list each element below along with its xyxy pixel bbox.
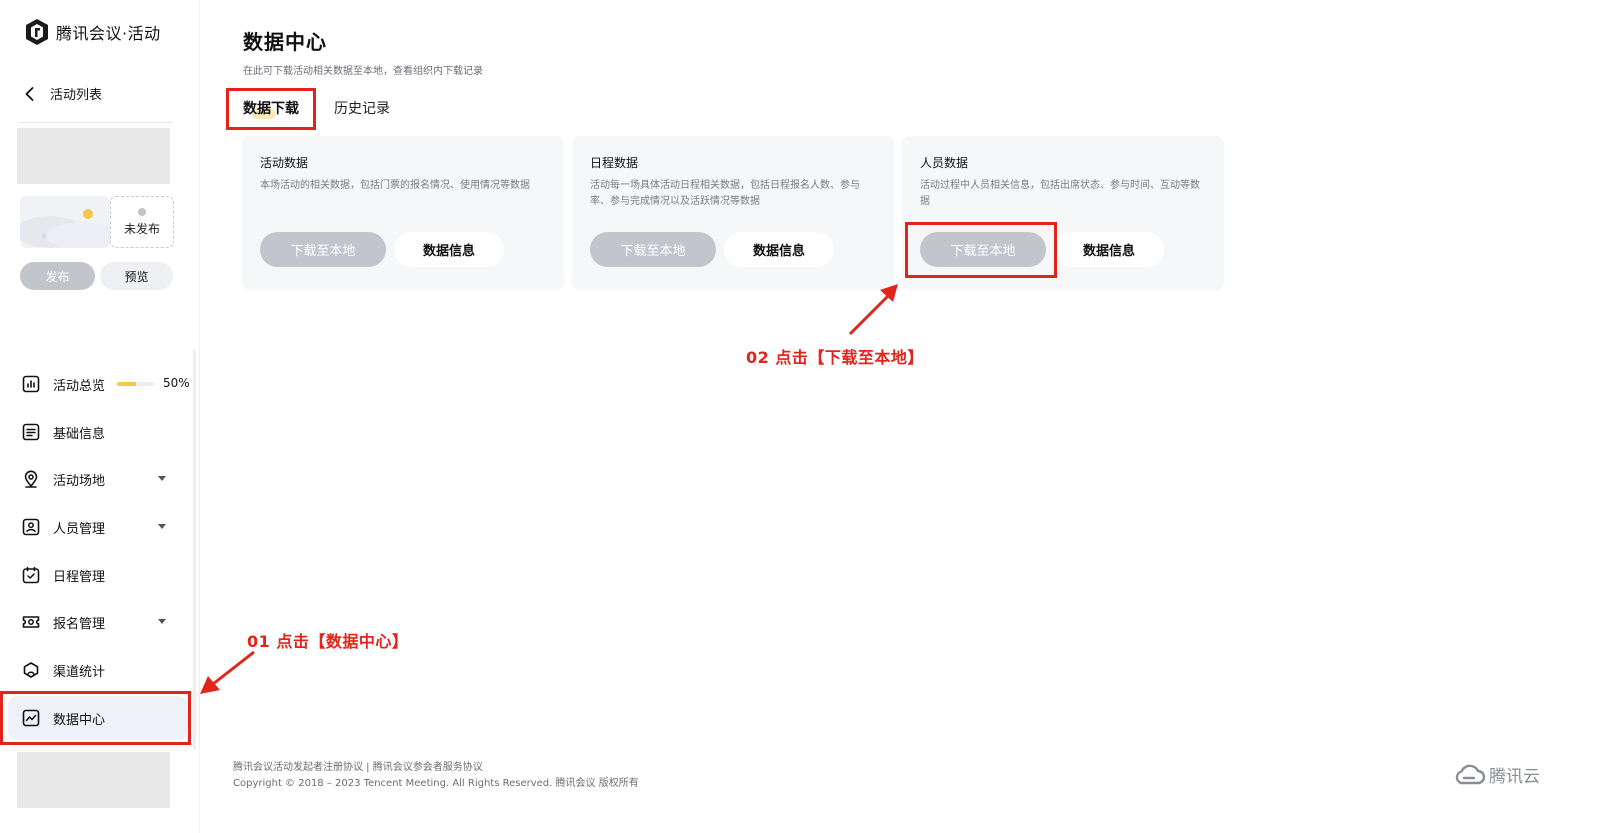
step-1-note: 01 点击【数据中心】 [247,632,409,651]
arrow-to-download-icon [848,284,898,336]
chevron-left-icon [25,86,34,101]
step-2-note: 02 点击【下载至本地】 [746,348,924,367]
data-center-highlight-box [0,691,191,745]
activity-thumbnail[interactable] [20,196,110,248]
schedule-data-card: 日程数据 活动每一场具体活动日程相关数据，包括日程报名人数、参与率、参与完成情况… [572,136,894,290]
card-title: 活动数据 [260,156,309,170]
chevron-down-icon [158,476,166,481]
card-title: 日程数据 [590,156,639,170]
status-text: 未发布 [123,222,160,236]
sidebar-scrollbar[interactable] [193,350,196,750]
sidebar-item-label: 活动场地 [53,473,106,489]
sidebar-item-label: 报名管理 [53,616,106,632]
status-dot-icon [138,208,146,216]
location-pin-icon [24,470,38,488]
data-info-button[interactable]: 数据信息 [394,232,504,267]
sidebar-item-venue[interactable]: 活动场地 [8,457,188,501]
card-description: 本场活动的相关数据，包括门票的报名情况、使用情况等数据 [260,180,530,191]
activity-preview-row: 未发布 [20,196,174,248]
contact-card-icon [22,518,40,536]
page-subtitle: 在此可下载活动相关数据至本地，查看组织内下载记录 [243,66,483,77]
preview-button[interactable]: 预览 [100,262,173,290]
back-to-activity-list[interactable]: 活动列表 [22,84,102,103]
overview-progress-text: 50% [163,376,190,390]
list-icon [22,423,40,441]
tencent-cloud-logo-icon [1455,764,1486,784]
activity-data-card: 活动数据 本场活动的相关数据，包括门票的报名情况、使用情况等数据 下载至本地 数… [242,136,564,290]
download-button[interactable]: 下载至本地 [590,232,716,267]
page-title: 数据中心 [243,30,327,54]
sidebar-item-registration[interactable]: 报名管理 [8,600,188,644]
tencent-cloud-text: 腾讯云 [1489,767,1540,787]
back-label: 活动列表 [50,88,103,103]
cover-placeholder [17,128,170,184]
channel-icon [23,662,39,678]
chevron-down-icon [158,524,166,529]
app-logo[interactable]: 腾讯会议·活动 [24,18,161,46]
bar-chart-icon [22,375,40,393]
sidebar-item-channel-stats[interactable]: 渠道统计 [8,648,188,692]
ticket-icon [22,616,40,628]
arrow-to-data-center-icon [200,650,255,694]
sidebar-item-overview[interactable]: 活动总览 50% [8,362,190,406]
overview-progress-fill [117,382,136,386]
bottom-placeholder [17,752,170,808]
overview-progress-bar [117,382,155,386]
data-info-button[interactable]: 数据信息 [724,232,834,267]
sidebar-item-label: 人员管理 [53,521,106,537]
publish-status-badge: 未发布 [110,196,174,248]
calendar-check-icon [22,566,40,584]
tencent-meeting-logo-icon [26,19,48,45]
tab-history[interactable]: 历史记录 [334,98,390,118]
tab-highlight-box [226,88,316,130]
divider [18,122,172,123]
footer-copyright: Copyright © 2018 – 2023 Tencent Meeting.… [233,778,639,789]
sidebar-item-people[interactable]: 人员管理 [8,505,188,549]
sidebar-item-basic-info[interactable]: 基础信息 [8,410,188,454]
sidebar-item-label: 渠道统计 [53,664,106,680]
sidebar-item-schedule[interactable]: 日程管理 [8,553,188,597]
sidebar-item-label: 活动总览 [53,378,106,394]
sidebar-item-label: 日程管理 [53,569,106,585]
data-info-button[interactable]: 数据信息 [1054,232,1164,267]
app-name: 腾讯会议·活动 [56,24,161,43]
tencent-cloud-watermark: 腾讯云 [1452,762,1540,787]
card-description: 活动每一场具体活动日程相关数据，包括日程报名人数、参与率、参与完成情况以及活跃情… [590,180,860,207]
sidebar-item-label: 基础信息 [53,426,106,442]
footer-agreement-links[interactable]: 腾讯会议活动发起者注册协议 | 腾讯会议参会者服务协议 [233,758,483,773]
publish-button[interactable]: 发布 [20,262,95,290]
chevron-down-icon [158,619,166,624]
card-description: 活动过程中人员相关信息，包括出席状态、参与时间、互动等数据 [920,180,1200,207]
download-highlight-box [905,222,1057,278]
thumbnail-illustration-icon [20,196,110,248]
card-title: 人员数据 [920,156,969,170]
download-button[interactable]: 下载至本地 [260,232,386,267]
